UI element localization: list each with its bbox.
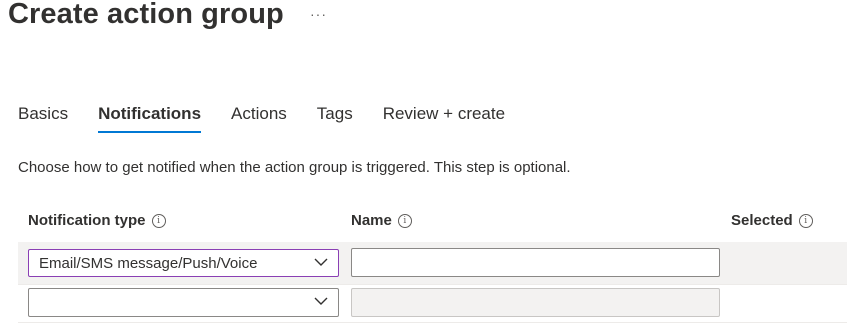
dropdown-value: Email/SMS message/Push/Voice [39, 254, 258, 272]
column-header-name: Name i [351, 212, 412, 229]
step-description: Choose how to get notified when the acti… [18, 159, 571, 176]
more-options-button[interactable]: ··· [310, 6, 327, 22]
column-label: Selected [731, 212, 793, 229]
tab-notifications[interactable]: Notifications [98, 104, 201, 133]
name-input [351, 288, 720, 317]
tab-actions[interactable]: Actions [231, 104, 287, 133]
chevron-down-icon [314, 297, 328, 305]
notification-type-dropdown[interactable] [28, 288, 339, 317]
tab-tags[interactable]: Tags [317, 104, 353, 133]
column-label: Name [351, 212, 392, 229]
tab-bar: Basics Notifications Actions Tags Review… [18, 104, 535, 133]
chevron-down-icon [314, 258, 328, 266]
notification-type-dropdown[interactable]: Email/SMS message/Push/Voice [28, 249, 339, 277]
tab-basics[interactable]: Basics [18, 104, 68, 133]
column-label: Notification type [28, 212, 146, 229]
column-header-selected: Selected i [731, 212, 813, 229]
column-header-notification-type: Notification type i [28, 212, 166, 229]
info-icon[interactable]: i [151, 213, 166, 228]
tab-review-create[interactable]: Review + create [383, 104, 505, 133]
row-divider [18, 284, 847, 285]
info-icon[interactable]: i [397, 213, 412, 228]
info-icon[interactable]: i [798, 213, 813, 228]
page-title: Create action group [8, 0, 284, 30]
row-divider [18, 322, 847, 323]
name-input[interactable] [351, 248, 720, 277]
